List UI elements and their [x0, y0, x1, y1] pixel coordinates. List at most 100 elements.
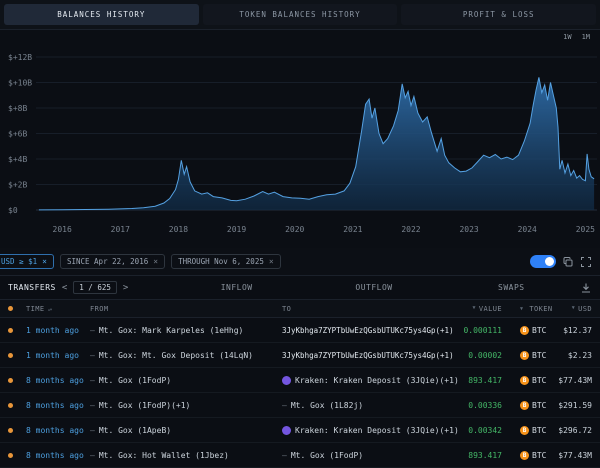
tab-balances-history[interactable]: BALANCES HISTORY — [4, 4, 199, 25]
transfer-row[interactable]: 8 months ago–Mt. Gox (1ApeB)Kraken: Krak… — [0, 418, 600, 443]
transfer-from-link[interactable]: –Mt. Gox: Hot Wallet (1Jbez) — [84, 451, 274, 460]
transfer-row[interactable]: 1 month ago–Mt. Gox: Mt. Gox Deposit (14… — [0, 343, 600, 368]
remove-since-filter-icon[interactable]: × — [153, 257, 158, 266]
transfer-value: 0.000111 — [460, 326, 512, 335]
transfer-value: 0.00336 — [460, 401, 512, 410]
transfer-usd-value: $12.37 — [556, 326, 600, 335]
expand-icon[interactable] — [580, 256, 592, 268]
balances-history-page: BALANCES HISTORY TOKEN BALANCES HISTORY … — [0, 0, 600, 468]
transfer-to-link[interactable]: Kraken: Kraken Deposit (3JQie)(+1) — [274, 376, 460, 385]
direction-cell — [0, 353, 20, 358]
transfer-token[interactable]: BBTC — [512, 376, 556, 385]
direction-column-header — [0, 306, 20, 311]
transfer-value: 0.00342 — [460, 426, 512, 435]
transfer-row[interactable]: 8 months ago–Mt. Gox (1FodP)(+1)–Mt. Gox… — [0, 393, 600, 418]
entity-dash-icon: – — [90, 326, 95, 335]
transfer-row[interactable]: 8 months ago–Mt. Gox: Hot Wallet (1Jbez)… — [0, 443, 600, 468]
transfer-to-link[interactable]: Kraken: Kraken Deposit (3JQie)(+1) — [274, 426, 460, 435]
column-header-value[interactable]: ▼VALUE — [460, 305, 512, 313]
chart-y-axis-labels: $0$+2B$+4B$+6B$+8B$+10B$+12B — [8, 53, 32, 215]
transfer-time-link[interactable]: 8 months ago — [20, 376, 84, 385]
svg-text:2018: 2018 — [169, 225, 188, 234]
transfer-value: 893.417 — [460, 451, 512, 460]
direction-cell — [0, 428, 20, 433]
transfer-to-link[interactable]: 3JyKbhga7ZYPTbUwEzQGsbUTUKc75ys4Gp(+1) — [274, 326, 460, 335]
tab-profit-loss[interactable]: PROFIT & LOSS — [401, 4, 596, 25]
balance-history-chart[interactable]: $0$+2B$+4B$+6B$+8B$+10B$+12B 2016 2017 201… — [0, 30, 600, 248]
usd-filter-chip[interactable]: USD ≥ $1 × — [0, 254, 54, 269]
transfer-token[interactable]: BBTC — [512, 401, 556, 410]
transfer-row[interactable]: 8 months ago–Mt. Gox (1FodP)Kraken: Krak… — [0, 368, 600, 393]
svg-text:2016: 2016 — [53, 225, 72, 234]
chart-range-controls: 1W 1M — [563, 33, 590, 41]
filter-caret-icon: ▼ — [520, 306, 523, 312]
transfer-usd-value: $2.23 — [556, 351, 600, 360]
direction-dot-icon — [8, 353, 13, 358]
filter-caret-icon: ▼ — [572, 305, 575, 313]
direction-dot-icon — [8, 428, 13, 433]
tab-swaps[interactable]: SWAPS — [443, 283, 580, 292]
transfer-usd-value: $291.59 — [556, 401, 600, 410]
tab-token-balances-history[interactable]: TOKEN BALANCES HISTORY — [203, 4, 398, 25]
next-page-button[interactable]: > — [123, 283, 128, 293]
transfer-from-link[interactable]: –Mt. Gox (1ApeB) — [84, 426, 274, 435]
through-filter-chip[interactable]: THROUGH Nov 6, 2025 × — [171, 254, 281, 269]
transfer-from-link[interactable]: –Mt. Gox: Mt. Gox Deposit (14LqN) — [84, 351, 274, 360]
transfer-time-link[interactable]: 1 month ago — [20, 326, 84, 335]
transfer-time-link[interactable]: 8 months ago — [20, 401, 84, 410]
transfer-to-link[interactable]: –Mt. Gox (1L82j) — [274, 401, 460, 410]
btc-icon: B — [520, 451, 529, 460]
transfer-to-link[interactable]: –Mt. Gox (1FodP) — [274, 451, 460, 460]
transfer-time-link[interactable]: 8 months ago — [20, 426, 84, 435]
transfer-time-link[interactable]: 1 month ago — [20, 351, 84, 360]
since-filter-chip[interactable]: SINCE Apr 22, 2016 × — [60, 254, 165, 269]
chart-x-axis-labels: 2016201720182019202020212022202320242025 — [53, 225, 596, 234]
svg-text:2024: 2024 — [518, 225, 537, 234]
column-header-time[interactable]: TIME▴▾ — [20, 305, 84, 313]
svg-text:2019: 2019 — [227, 225, 246, 234]
copy-icon[interactable] — [562, 256, 574, 268]
entity-dash-icon: – — [90, 376, 95, 385]
range-1m-button[interactable]: 1M — [582, 33, 590, 41]
transfer-from-link[interactable]: –Mt. Gox: Mark Karpeles (1eHhg) — [84, 326, 274, 335]
transfer-token[interactable]: BBTC — [512, 426, 556, 435]
svg-text:$+4B: $+4B — [8, 155, 27, 164]
svg-text:2025: 2025 — [576, 225, 595, 234]
transfer-to-link[interactable]: 3JyKbhga7ZYPTbUwEzQGsbUTUKc75ys4Gp(+1) — [274, 351, 460, 360]
transfer-usd-value: $77.43M — [556, 451, 600, 460]
column-header-from[interactable]: FROM — [84, 305, 274, 313]
prev-page-button[interactable]: < — [62, 283, 67, 293]
page-indicator: 1 / 625 — [73, 281, 117, 294]
column-header-to[interactable]: TO — [274, 305, 460, 313]
chart-area-fill — [39, 77, 594, 210]
transfer-usd-value: $77.43M — [556, 376, 600, 385]
transfer-token[interactable]: BBTC — [512, 326, 556, 335]
column-header-token[interactable]: ▼TOKEN — [512, 305, 556, 313]
filter-bar: USD ≥ $1 × SINCE Apr 22, 2016 × THROUGH … — [0, 248, 600, 276]
since-filter-label: SINCE Apr 22, 2016 — [67, 257, 148, 266]
tab-transfers[interactable]: TRANSFERS — [8, 283, 56, 292]
transfer-token[interactable]: BBTC — [512, 451, 556, 460]
remove-through-filter-icon[interactable]: × — [269, 257, 274, 266]
svg-text:$+12B: $+12B — [8, 53, 32, 62]
column-header-usd[interactable]: ▼USD — [556, 305, 600, 313]
download-icon[interactable] — [580, 282, 592, 294]
transfer-value: 893.417 — [460, 376, 512, 385]
tab-outflow[interactable]: OUTFLOW — [305, 283, 442, 292]
btc-icon: B — [520, 376, 529, 385]
svg-text:2017: 2017 — [111, 225, 130, 234]
range-1w-button[interactable]: 1W — [563, 33, 571, 41]
transfer-token[interactable]: BBTC — [512, 351, 556, 360]
tab-inflow[interactable]: INFLOW — [168, 283, 305, 292]
transfer-from-link[interactable]: –Mt. Gox (1FodP)(+1) — [84, 401, 274, 410]
transfer-row[interactable]: 1 month ago–Mt. Gox: Mark Karpeles (1eHh… — [0, 318, 600, 343]
usd-filter-label: USD ≥ $1 — [1, 257, 37, 266]
svg-text:2023: 2023 — [459, 225, 478, 234]
transfer-time-link[interactable]: 8 months ago — [20, 451, 84, 460]
chart-toggle-switch[interactable] — [530, 255, 556, 268]
transfer-from-link[interactable]: –Mt. Gox (1FodP) — [84, 376, 274, 385]
balance-history-chart-section: 1W 1M $0$+2B$+4B$+6B$+8B$+10B$+12B 2016 2… — [0, 30, 600, 248]
remove-usd-filter-icon[interactable]: × — [42, 257, 47, 266]
transfer-usd-value: $296.72 — [556, 426, 600, 435]
direction-dot-icon — [8, 453, 13, 458]
